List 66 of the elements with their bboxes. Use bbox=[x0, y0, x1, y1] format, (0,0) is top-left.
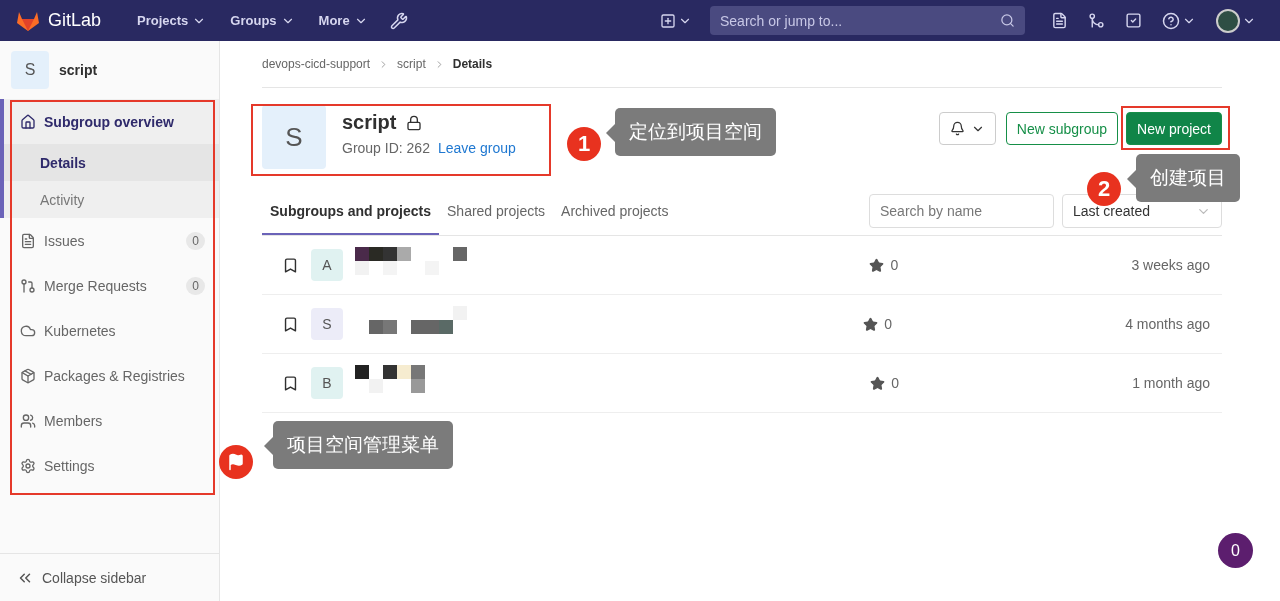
star-count: 0 bbox=[884, 316, 892, 332]
sidebar-item[interactable]: Issues 0 bbox=[4, 218, 219, 263]
help-icon bbox=[1162, 11, 1180, 30]
action-button[interactable]: New project bbox=[1126, 112, 1222, 145]
annotation-tooltip: 定位到项目空间 bbox=[615, 108, 776, 156]
sidebar-item[interactable]: Merge Requests 0 bbox=[4, 263, 219, 308]
updated-time: 3 weeks ago bbox=[1131, 257, 1210, 273]
nav-menu[interactable]: More bbox=[308, 7, 378, 34]
count-badge[interactable]: 0 bbox=[1218, 533, 1253, 568]
breadcrumb-link[interactable]: script bbox=[397, 57, 426, 71]
updated-time: 4 months ago bbox=[1125, 316, 1210, 332]
search-field[interactable]: Search or jump to... bbox=[710, 6, 1025, 35]
group-avatar: S bbox=[262, 105, 326, 169]
group-name: script bbox=[342, 111, 397, 134]
step-number-badge: 2 bbox=[1087, 172, 1121, 206]
sidebar-item[interactable]: Kubernetes bbox=[4, 308, 219, 353]
package-icon bbox=[20, 367, 36, 384]
nav-menu[interactable]: Projects bbox=[127, 7, 217, 34]
action-button[interactable]: New subgroup bbox=[1005, 112, 1119, 145]
annotation-tooltip: 项目空间管理菜单 bbox=[273, 421, 453, 469]
star-icon bbox=[870, 375, 886, 391]
group-avatar: S bbox=[11, 51, 49, 89]
search-icon bbox=[1000, 13, 1015, 28]
star-icon bbox=[863, 316, 879, 332]
count-badge: 0 bbox=[186, 276, 205, 295]
breadcrumb-link[interactable]: devops-cicd-support bbox=[262, 57, 371, 71]
project-avatar: S bbox=[311, 308, 343, 340]
bell-icon bbox=[949, 121, 965, 136]
nav-menu[interactable]: Groups bbox=[220, 7, 305, 34]
sidebar-item[interactable]: Packages & Registries bbox=[4, 353, 219, 398]
group-id: Group ID: 262 bbox=[342, 140, 430, 156]
star-count: 0 bbox=[890, 257, 899, 273]
updated-time: 1 month ago bbox=[1132, 375, 1210, 391]
home-icon bbox=[20, 113, 36, 130]
star-count: 0 bbox=[891, 375, 899, 391]
redacted-name-drawing bbox=[355, 365, 425, 393]
notification-button[interactable] bbox=[938, 112, 996, 145]
sidebar-subitem[interactable]: Details bbox=[4, 144, 219, 181]
sidebar-item[interactable]: Members bbox=[4, 398, 219, 443]
issues-icon bbox=[20, 232, 36, 249]
group-title: script bbox=[59, 62, 98, 78]
star-icon bbox=[869, 257, 885, 273]
bookmark-icon bbox=[282, 256, 299, 274]
sidebar-item[interactable]: Settings bbox=[4, 443, 219, 488]
bookmark-icon bbox=[282, 315, 299, 333]
plus-icon bbox=[660, 12, 676, 29]
bookmark-icon bbox=[282, 374, 299, 392]
count-badge: 0 bbox=[186, 231, 205, 250]
settings-icon bbox=[20, 457, 36, 474]
step-number-badge: 1 bbox=[567, 127, 601, 161]
breadcrumb-link[interactable]: Details bbox=[452, 57, 493, 71]
sidebar-subitem[interactable]: Activity bbox=[4, 181, 219, 218]
search-field[interactable]: Search by name bbox=[869, 194, 1054, 228]
annotation-tooltip: 创建项目 bbox=[1136, 154, 1240, 202]
brand-name: GitLab bbox=[48, 10, 102, 31]
tab[interactable]: Subgroups and projects bbox=[262, 203, 439, 235]
members-icon bbox=[20, 412, 36, 429]
sidebar-item[interactable]: Subgroup overview bbox=[4, 99, 219, 144]
tab[interactable]: Archived projects bbox=[553, 203, 677, 235]
user-avatar bbox=[1216, 8, 1240, 33]
project-avatar: B bbox=[311, 367, 343, 399]
leave-group-link[interactable]: Leave group bbox=[437, 140, 516, 156]
merge-request-icon bbox=[20, 277, 36, 294]
collapse-sidebar-button[interactable]: Collapse sidebar bbox=[0, 553, 219, 601]
tab[interactable]: Shared projects bbox=[439, 203, 554, 235]
project-avatar: A bbox=[311, 249, 343, 281]
